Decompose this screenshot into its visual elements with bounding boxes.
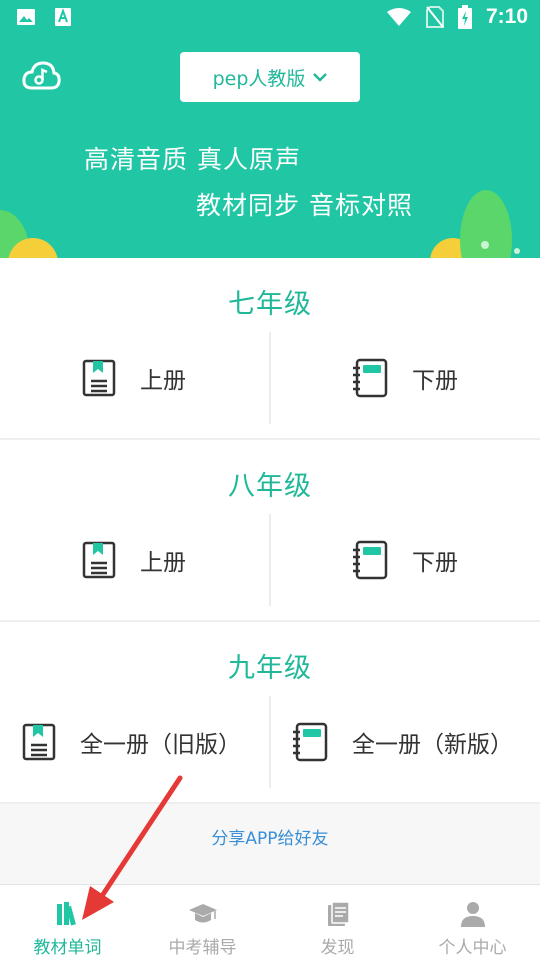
edition-select-button[interactable]: pep人教版: [180, 52, 360, 102]
grade-section-7: 七年级 上册 下册: [0, 258, 540, 440]
header-banner: 7:10 pep人教版 高清音质 真人原声 教材同步 音标对照: [0, 0, 540, 258]
cloud-music-icon: [22, 61, 61, 90]
volume-label: 下册: [412, 368, 458, 394]
volume-label: 上册: [140, 550, 186, 576]
grade-title: 九年级: [228, 653, 312, 684]
chevron-down-icon: [313, 73, 328, 82]
slogan-line-1: 高清音质 真人原声: [84, 145, 301, 174]
nav-tab-discover[interactable]: 发现: [270, 885, 405, 960]
notebook-icon: [353, 540, 388, 580]
bookmark-book-icon: [22, 723, 56, 761]
nav-label: 个人中心: [438, 938, 507, 958]
status-bar: 7:10: [0, 0, 540, 36]
volume-button-upper[interactable]: 上册: [82, 332, 186, 424]
books-icon: [56, 902, 76, 926]
divider: [269, 332, 271, 424]
wifi-icon: [386, 8, 411, 26]
nav-tab-personal-center[interactable]: 个人中心: [405, 885, 540, 960]
volume-row: 上册 下册: [0, 514, 540, 606]
nav-tab-textbook-words[interactable]: 教材单词: [0, 885, 135, 960]
bookmark-book-icon: [82, 359, 116, 397]
person-icon: [460, 902, 485, 927]
volume-button-new-edition[interactable]: 全一册（新版）: [292, 696, 513, 788]
clock: 7:10: [485, 5, 528, 28]
notebook-icon: [353, 358, 388, 398]
no-sim-icon: [425, 6, 444, 28]
slogan-line-2: 教材同步 音标对照: [196, 191, 413, 220]
volume-button-lower[interactable]: 下册: [352, 332, 458, 424]
nav-tab-exam-tutoring[interactable]: 中考辅导: [135, 885, 270, 960]
grade-section-9: 九年级 全一册（旧版） 全一册（新版）: [0, 622, 540, 804]
volume-row: 全一册（旧版） 全一册（新版）: [0, 696, 540, 788]
grade-title: 八年级: [228, 471, 312, 502]
grade-title: 七年级: [228, 289, 312, 320]
divider: [269, 514, 271, 606]
notebook-icon: [293, 722, 328, 762]
volume-button-upper[interactable]: 上册: [82, 514, 186, 606]
volume-label: 上册: [140, 368, 186, 394]
cloud-music-button[interactable]: [20, 56, 62, 98]
edition-label: pep人教版: [212, 67, 306, 90]
bottom-navigation: 教材单词 中考辅导 发现 个人中心: [0, 884, 540, 960]
volume-row: 上册 下册: [0, 332, 540, 424]
bookmark-book-icon: [82, 541, 116, 579]
hill-decoration: [481, 241, 489, 249]
graduation-cap-icon: [188, 904, 217, 923]
volume-button-lower[interactable]: 下册: [352, 514, 458, 606]
battery-charging-icon: [457, 5, 472, 29]
image-icon: [17, 9, 35, 25]
volume-label: 下册: [412, 550, 458, 576]
nav-label: 发现: [320, 938, 355, 958]
volume-label: 全一册（旧版）: [80, 732, 241, 758]
document-icon: [327, 901, 350, 926]
volume-label: 全一册（新版）: [352, 732, 513, 758]
text-app-icon: [55, 8, 71, 26]
grade-section-8: 八年级 上册 下册: [0, 440, 540, 622]
share-app-link[interactable]: 分享APP给好友: [0, 804, 540, 886]
hill-decoration: [514, 248, 520, 254]
volume-button-old-edition[interactable]: 全一册（旧版）: [22, 696, 241, 788]
nav-label: 教材单词: [33, 938, 102, 958]
divider: [269, 696, 271, 788]
nav-label: 中考辅导: [168, 938, 237, 958]
